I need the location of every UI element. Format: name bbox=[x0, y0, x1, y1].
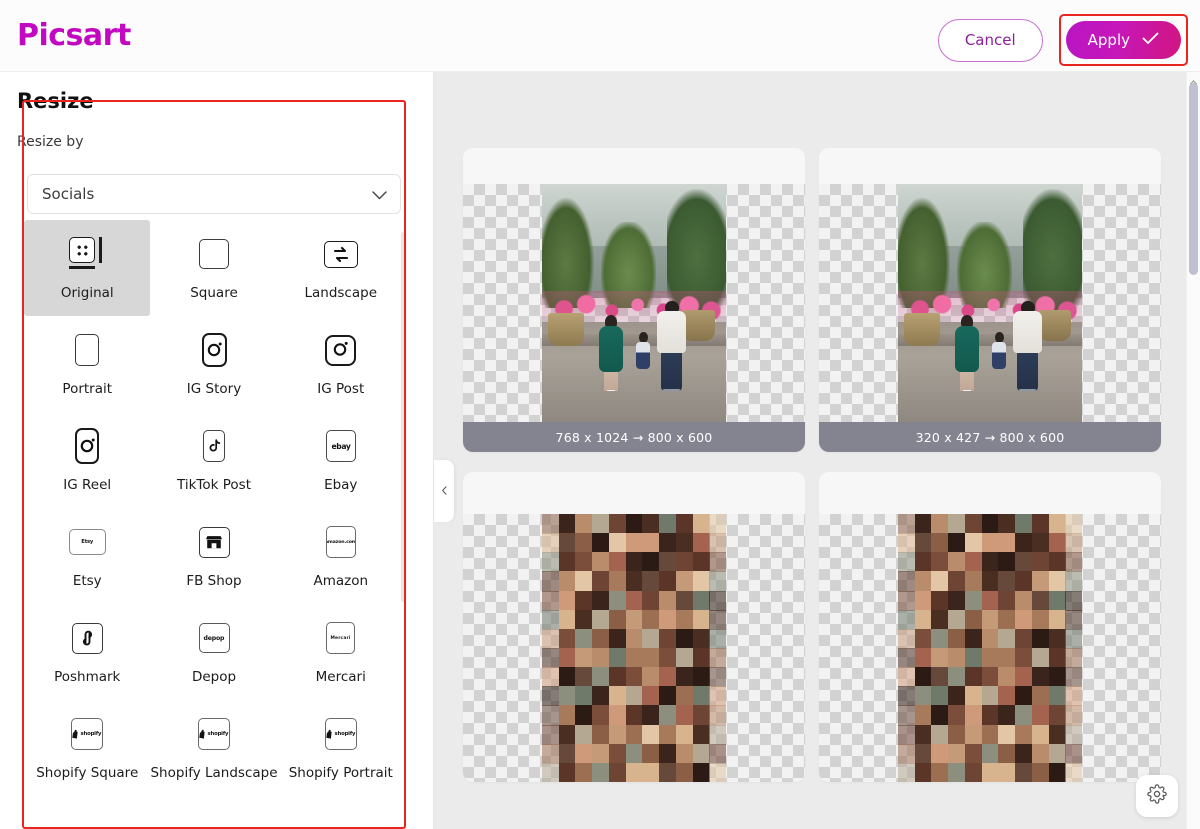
apply-button[interactable]: Apply bbox=[1065, 21, 1181, 59]
page-title: Resize bbox=[17, 89, 94, 113]
preview-card-grid: 768 x 1024 → 800 x 600 320 x 427 → 800 x … bbox=[463, 148, 1161, 782]
resize-by-select-value: Socials bbox=[42, 185, 95, 203]
preset-list[interactable]: Original Square Landscape Portrait IG Story I… bbox=[24, 220, 404, 829]
preset-landscape[interactable]: Landscape bbox=[278, 220, 404, 316]
preview-card-caption: 320 x 427 → 800 x 600 bbox=[819, 422, 1161, 452]
preset-label: Square bbox=[190, 285, 238, 301]
facebook-shop-icon bbox=[198, 520, 230, 564]
preset-label: Depop bbox=[191, 669, 237, 685]
chevron-left-icon bbox=[440, 482, 449, 500]
canvas-scrollbar-thumb[interactable] bbox=[1189, 83, 1198, 275]
preset-amazon[interactable]: amazon.com Amazon bbox=[278, 508, 404, 604]
depop-icon: depop bbox=[198, 616, 230, 660]
preview-canvas: 768 x 1024 → 800 x 600 320 x 427 → 800 x … bbox=[434, 72, 1200, 829]
preset-original[interactable]: Original bbox=[24, 220, 151, 316]
preset-shopify-portrait[interactable]: shopify Shopify Portrait bbox=[278, 700, 404, 796]
chevron-down-icon bbox=[372, 187, 387, 201]
preset-label: Shopify Landscape bbox=[150, 765, 278, 781]
preset-square[interactable]: Square bbox=[150, 220, 277, 316]
preset-shopify-square[interactable]: shopify Shopify Square bbox=[24, 700, 150, 796]
preset-ig-story[interactable]: IG Story bbox=[150, 316, 277, 412]
top-toolbar: Picsart Cancel Apply bbox=[0, 0, 1200, 72]
instagram-story-icon bbox=[201, 328, 227, 372]
preset-poshmark[interactable]: Poshmark bbox=[24, 604, 150, 700]
preset-fb-shop[interactable]: FB Shop bbox=[150, 508, 277, 604]
shopify-icon: shopify bbox=[71, 712, 104, 756]
preset-label: Original bbox=[60, 285, 114, 301]
collapse-panel-button[interactable] bbox=[434, 460, 454, 522]
etsy-icon: Etsy bbox=[68, 520, 106, 564]
preset-label: FB Shop bbox=[186, 573, 242, 589]
preview-image bbox=[898, 514, 1082, 782]
preview-card[interactable]: 320 x 427 → 800 x 600 bbox=[819, 148, 1161, 452]
landscape-swap-icon bbox=[323, 232, 358, 276]
preset-ig-post[interactable]: IG Post bbox=[278, 316, 404, 412]
ebay-icon: ebay bbox=[325, 424, 356, 468]
preview-image-area bbox=[819, 472, 1161, 782]
preview-image-area bbox=[463, 148, 805, 422]
apply-button-annotation: Apply bbox=[1058, 14, 1188, 66]
check-icon bbox=[1142, 32, 1159, 48]
original-size-icon bbox=[67, 232, 107, 276]
preview-image bbox=[542, 184, 726, 422]
preset-depop[interactable]: depop Depop bbox=[150, 604, 277, 700]
preview-image-area bbox=[819, 148, 1161, 422]
preview-card-caption: 768 x 1024 → 800 x 600 bbox=[463, 422, 805, 452]
preset-shopify-landscape[interactable]: shopify Shopify Landscape bbox=[150, 700, 278, 796]
resize-panel: Resize Resize by Socials Original Square L… bbox=[0, 72, 434, 829]
resize-by-select[interactable]: Socials bbox=[27, 174, 401, 214]
instagram-post-icon bbox=[325, 328, 357, 372]
preset-label: IG Post bbox=[317, 381, 365, 397]
toolbar-actions: Cancel Apply bbox=[937, 14, 1188, 66]
preset-label: Portrait bbox=[62, 381, 113, 397]
preset-ig-reel[interactable]: IG Reel bbox=[24, 412, 150, 508]
preset-label: IG Story bbox=[186, 381, 242, 397]
tiktok-icon bbox=[203, 424, 225, 468]
preset-label: Shopify Square bbox=[36, 765, 139, 781]
preset-mercari[interactable]: Mercari Mercari bbox=[278, 604, 404, 700]
preset-label: TikTok Post bbox=[177, 477, 251, 493]
preview-card[interactable] bbox=[819, 472, 1161, 782]
preset-tiktok-post[interactable]: TikTok Post bbox=[150, 412, 277, 508]
square-shape-icon bbox=[199, 232, 229, 276]
shopify-icon: shopify bbox=[324, 712, 357, 756]
apply-button-label: Apply bbox=[1087, 31, 1130, 49]
cancel-button-label: Cancel bbox=[964, 31, 1016, 49]
portrait-shape-icon bbox=[75, 328, 100, 372]
preset-label: Mercari bbox=[315, 669, 366, 685]
preview-image bbox=[898, 184, 1082, 422]
settings-button[interactable] bbox=[1136, 775, 1178, 817]
preset-label: Etsy bbox=[72, 573, 102, 589]
preview-card[interactable]: 768 x 1024 → 800 x 600 bbox=[463, 148, 805, 452]
preview-card[interactable] bbox=[463, 472, 805, 782]
picsart-logo: Picsart bbox=[17, 18, 131, 53]
mercari-icon: Mercari bbox=[326, 616, 356, 660]
preset-etsy[interactable]: Etsy Etsy bbox=[24, 508, 150, 604]
instagram-reel-icon bbox=[75, 424, 100, 468]
picsart-resize-screen: Picsart Cancel Apply Resize Resize by So… bbox=[0, 0, 1200, 829]
preview-image bbox=[542, 514, 726, 782]
panel-scrollbar[interactable] bbox=[401, 232, 406, 602]
preset-label: Landscape bbox=[304, 285, 378, 301]
resize-by-label: Resize by bbox=[17, 134, 84, 150]
amazon-icon: amazon.com bbox=[325, 520, 356, 564]
preset-label: Poshmark bbox=[54, 669, 121, 685]
gear-icon bbox=[1147, 783, 1167, 809]
preset-label: Ebay bbox=[324, 477, 358, 493]
preset-label: IG Reel bbox=[63, 477, 112, 493]
scroll-up-arrow-icon[interactable] bbox=[1189, 74, 1198, 85]
shopify-icon: shopify bbox=[198, 712, 230, 756]
preset-label: Amazon bbox=[313, 573, 369, 589]
preset-ebay[interactable]: ebay Ebay bbox=[278, 412, 404, 508]
preset-label: Shopify Portrait bbox=[288, 765, 393, 781]
poshmark-icon bbox=[71, 616, 103, 660]
preset-portrait[interactable]: Portrait bbox=[24, 316, 150, 412]
cancel-button[interactable]: Cancel bbox=[937, 18, 1043, 62]
preview-image-area bbox=[463, 472, 805, 782]
